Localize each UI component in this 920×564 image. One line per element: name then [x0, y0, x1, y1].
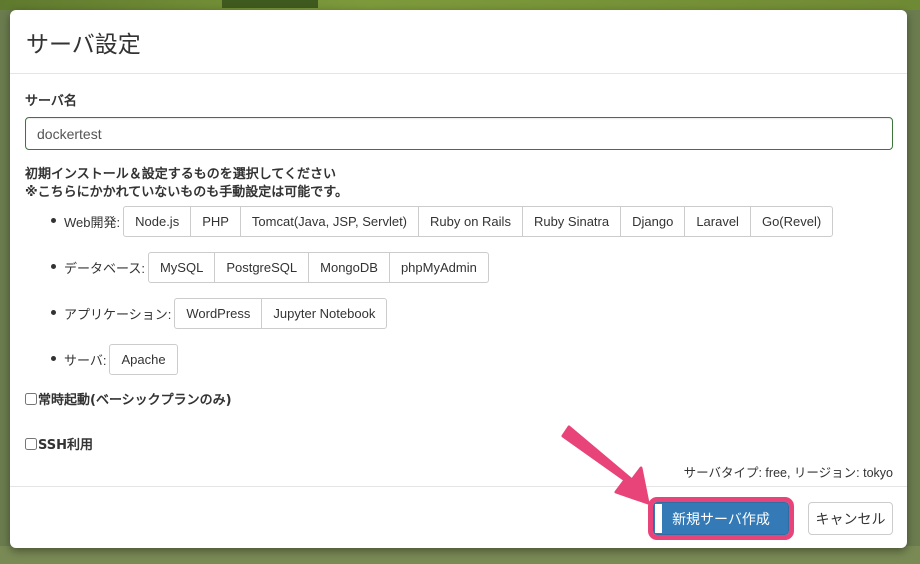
background-nav-tab — [222, 0, 318, 8]
background-page-bottom — [0, 546, 920, 564]
category-web: Web開発: Node.js PHP Tomcat(Java, JSP, Ser… — [25, 205, 893, 237]
option-apache-button[interactable]: Apache — [109, 343, 178, 375]
option-php-button[interactable]: PHP — [190, 205, 241, 237]
category-label: データベース: — [64, 260, 145, 276]
server-settings-dialog: サーバ設定 サーバ名 初期インストール＆設定するものを選択してください ※こちら… — [10, 10, 907, 548]
server-option-group: Apache — [109, 343, 178, 375]
option-mysql-button[interactable]: MySQL — [147, 251, 216, 283]
bullet-icon — [51, 218, 56, 223]
category-label: Web開発: — [64, 214, 121, 230]
bullet-icon — [51, 264, 56, 269]
cancel-button[interactable]: キャンセル — [808, 502, 893, 535]
option-tomcat-button[interactable]: Tomcat(Java, JSP, Servlet) — [239, 205, 420, 237]
dialog-footer: 新規サーバ作成 キャンセル — [10, 486, 907, 548]
dialog-header: サーバ設定 — [10, 10, 907, 74]
install-heading: 初期インストール＆設定するものを選択してください — [25, 167, 336, 182]
background-page-strip — [0, 0, 920, 10]
server-name-input[interactable] — [25, 117, 893, 150]
category-label: アプリケーション: — [64, 306, 172, 322]
option-sinatra-button[interactable]: Ruby Sinatra — [521, 205, 622, 237]
create-server-button[interactable]: 新規サーバ作成 — [648, 497, 794, 540]
bullet-icon — [51, 356, 56, 361]
server-type-region-info: サーバタイプ: free, リージョン: tokyo — [683, 466, 893, 480]
option-wordpress-button[interactable]: WordPress — [174, 297, 263, 329]
always-on-option[interactable]: 常時起動(ベーシックプランのみ) — [25, 389, 893, 408]
always-on-label: 常時起動(ベーシックプランのみ) — [38, 393, 232, 408]
option-rails-button[interactable]: Ruby on Rails — [418, 205, 523, 237]
option-phpmyadmin-button[interactable]: phpMyAdmin — [388, 251, 489, 283]
category-server: サーバ: Apache — [25, 343, 893, 375]
dialog-body: サーバ名 初期インストール＆設定するものを選択してください ※こちらにかかれてい… — [10, 74, 907, 486]
option-postgresql-button[interactable]: PostgreSQL — [214, 251, 310, 283]
category-label: サーバ: — [64, 352, 107, 368]
category-database: データベース: MySQL PostgreSQL MongoDB phpMyAd… — [25, 251, 893, 283]
option-nodejs-button[interactable]: Node.js — [123, 205, 192, 237]
always-on-checkbox[interactable] — [25, 392, 37, 405]
application-option-group: WordPress Jupyter Notebook — [174, 297, 388, 329]
install-options-list: Web開発: Node.js PHP Tomcat(Java, JSP, Ser… — [25, 205, 893, 375]
create-server-label: 新規サーバ作成 — [672, 511, 770, 528]
ssh-checkbox[interactable] — [25, 437, 37, 450]
web-option-group: Node.js PHP Tomcat(Java, JSP, Servlet) R… — [123, 205, 834, 237]
install-note: ※こちらにかかれていないものも手動設定は可能です。 — [25, 185, 348, 200]
focus-indicator — [655, 504, 662, 533]
dialog-title: サーバ設定 — [26, 31, 141, 58]
option-jupyter-button[interactable]: Jupyter Notebook — [261, 297, 388, 329]
option-django-button[interactable]: Django — [620, 205, 686, 237]
ssh-option[interactable]: SSH利用 — [25, 434, 893, 453]
option-mongodb-button[interactable]: MongoDB — [308, 251, 390, 283]
database-option-group: MySQL PostgreSQL MongoDB phpMyAdmin — [147, 251, 489, 283]
option-revel-button[interactable]: Go(Revel) — [749, 205, 834, 237]
server-name-label: サーバ名 — [25, 94, 77, 109]
bullet-icon — [51, 310, 56, 315]
ssh-label: SSH利用 — [38, 438, 94, 453]
option-laravel-button[interactable]: Laravel — [684, 205, 751, 237]
category-application: アプリケーション: WordPress Jupyter Notebook — [25, 297, 893, 329]
